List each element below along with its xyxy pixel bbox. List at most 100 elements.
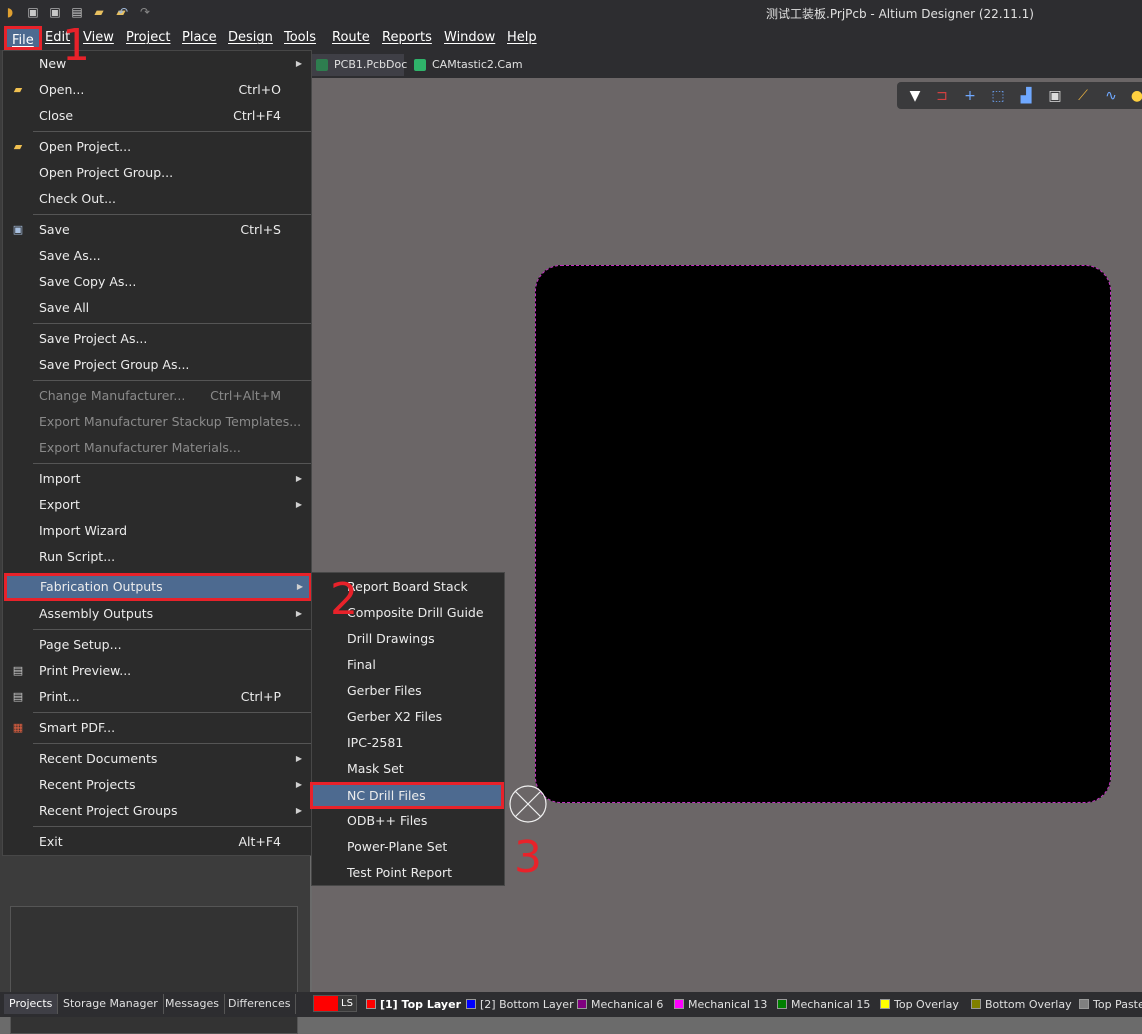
- menu-item-label: Save: [39, 222, 70, 237]
- layer-tab-mechanical-6[interactable]: Mechanical 6: [575, 996, 663, 1014]
- panel-tab-storage-manager[interactable]: Storage Manager: [58, 994, 164, 1014]
- layer-set-label: LS: [341, 998, 353, 1009]
- pcb-board-outline[interactable]: [535, 265, 1111, 803]
- menu-item-label: Recent Project Groups: [39, 803, 178, 818]
- submenu-item-ipc-2581[interactable]: IPC-2581: [312, 730, 504, 756]
- open-folder-icon: ▰: [13, 83, 23, 96]
- submenu-arrow-icon: ▶: [296, 582, 303, 591]
- menu-route[interactable]: Route: [332, 28, 370, 48]
- smart-pdf-icon: ▦: [12, 721, 24, 734]
- menu-item-recent-projects[interactable]: Recent Projects ▶: [3, 772, 311, 798]
- layer-tab-bottom-layer[interactable]: [2] Bottom Layer: [464, 996, 574, 1014]
- component-icon[interactable]: ▣: [1045, 86, 1065, 106]
- menu-item-label: Recent Projects: [39, 777, 136, 792]
- menu-reports[interactable]: Reports: [382, 28, 432, 48]
- menu-separator: [33, 323, 311, 324]
- menu-item-run-script[interactable]: Run Script...: [3, 544, 311, 570]
- menu-help[interactable]: Help: [507, 28, 537, 48]
- panel-tab-messages[interactable]: Messages: [160, 994, 225, 1014]
- menu-item-save-project-as[interactable]: Save Project As...: [3, 326, 311, 352]
- menu-item-open[interactable]: ▰ Open... Ctrl+O: [3, 77, 311, 103]
- menu-item-save-all[interactable]: Save All: [3, 295, 311, 321]
- submenu-item-mask-set[interactable]: Mask Set: [312, 756, 504, 782]
- submenu-item-gerber-files[interactable]: Gerber Files: [312, 678, 504, 704]
- layer-tab-mechanical-13[interactable]: Mechanical 13: [672, 996, 767, 1014]
- menu-item-recent-documents[interactable]: Recent Documents ▶: [3, 746, 311, 772]
- layer-tab-top-overlay[interactable]: Top Overlay: [878, 996, 959, 1014]
- layer-tab-bottom-overlay[interactable]: Bottom Overlay: [969, 996, 1072, 1014]
- save-all-icon[interactable]: ▣: [48, 5, 62, 19]
- menu-item-label: Export: [39, 497, 80, 512]
- redo-icon[interactable]: ↷: [138, 5, 152, 19]
- submenu-item-power-plane-set[interactable]: Power-Plane Set: [312, 834, 504, 860]
- save-icon[interactable]: ▣: [26, 5, 40, 19]
- menu-item-assembly-outputs[interactable]: Assembly Outputs ▶: [3, 601, 311, 627]
- menu-item-print[interactable]: ▤ Print... Ctrl+P: [3, 684, 311, 710]
- menu-item-label: Smart PDF...: [39, 720, 116, 735]
- crosshair-cursor-icon: [509, 785, 547, 823]
- menu-item-export-materials: Export Manufacturer Materials...: [3, 435, 311, 461]
- bulb-icon[interactable]: ●: [1127, 86, 1142, 106]
- select-rect-icon[interactable]: ⬚: [988, 86, 1008, 106]
- tab-camtastic2-cam[interactable]: CAMtastic2.Cam *: [410, 54, 530, 93]
- menu-separator: [33, 463, 311, 464]
- menu-item-save-project-group-as[interactable]: Save Project Group As...: [3, 352, 311, 378]
- print-icon: ▤: [12, 690, 24, 703]
- menu-item-page-setup[interactable]: Page Setup...: [3, 632, 311, 658]
- menu-item-shortcut: Ctrl+P: [240, 689, 281, 704]
- chart-icon[interactable]: ▟: [1016, 86, 1036, 106]
- menu-item-check-out[interactable]: Check Out...: [3, 186, 311, 212]
- panel-tab-differences[interactable]: Differences: [223, 994, 297, 1014]
- menu-item-exit[interactable]: Exit Alt+F4: [3, 829, 311, 855]
- menu-item-label: Import: [39, 471, 81, 486]
- menu-place[interactable]: Place: [182, 28, 217, 48]
- menu-item-shortcut: Ctrl+S: [240, 222, 281, 237]
- submenu-item-gerber-x2-files[interactable]: Gerber X2 Files: [312, 704, 504, 730]
- menu-item-label: Fabrication Outputs: [40, 579, 163, 594]
- submenu-item-final[interactable]: Final: [312, 652, 504, 678]
- menu-item-save-copy-as[interactable]: Save Copy As...: [3, 269, 311, 295]
- menu-item-fabrication-outputs[interactable]: Fabrication Outputs ▶: [4, 573, 312, 601]
- layer-color-swatch: [777, 999, 787, 1009]
- menu-item-save[interactable]: ▣ Save Ctrl+S: [3, 217, 311, 243]
- menu-item-save-as[interactable]: Save As...: [3, 243, 311, 269]
- step-annotation-2: 2: [330, 574, 358, 625]
- menu-item-import[interactable]: Import ▶: [3, 466, 311, 492]
- submenu-item-test-point-report[interactable]: Test Point Report: [312, 860, 504, 886]
- layer-tab-top-layer[interactable]: [1] Top Layer: [364, 996, 461, 1014]
- layer-name: Mechanical 6: [591, 998, 664, 1011]
- menu-item-smart-pdf[interactable]: ▦ Smart PDF...: [3, 715, 311, 741]
- menu-design[interactable]: Design: [228, 28, 273, 48]
- tab-pcb1-pcbdoc[interactable]: PCB1.PcbDoc: [312, 54, 407, 76]
- submenu-item-label: Composite Drill Guide: [347, 605, 484, 620]
- interactive-route-icon[interactable]: ⟋: [1073, 86, 1093, 106]
- submenu-item-drill-drawings[interactable]: Drill Drawings: [312, 626, 504, 652]
- menu-tools[interactable]: Tools: [284, 28, 316, 48]
- undo-icon[interactable]: ↶: [116, 5, 130, 19]
- panel-tab-projects[interactable]: Projects: [4, 994, 59, 1014]
- menu-window[interactable]: Window: [444, 28, 495, 48]
- layer-tab-mechanical-15[interactable]: Mechanical 15: [775, 996, 870, 1014]
- crosshair-icon[interactable]: +: [960, 86, 980, 106]
- layer-set-button[interactable]: LS: [313, 995, 357, 1012]
- menu-file[interactable]: File: [4, 26, 42, 50]
- filter-icon[interactable]: ▼: [905, 86, 925, 106]
- route-icon[interactable]: ⊐: [932, 86, 952, 106]
- submenu-item-odb-files[interactable]: ODB++ Files: [312, 808, 504, 834]
- submenu-item-label: ODB++ Files: [347, 813, 428, 828]
- wave-route-icon[interactable]: ∿: [1101, 86, 1121, 106]
- print-icon[interactable]: ▤: [70, 5, 84, 19]
- menu-item-open-project-group[interactable]: Open Project Group...: [3, 160, 311, 186]
- menu-item-open-project[interactable]: ▰ Open Project...: [3, 134, 311, 160]
- layer-tab-top-paste[interactable]: Top Paste: [1077, 996, 1142, 1014]
- menu-item-new[interactable]: New ▶: [3, 51, 311, 77]
- menu-item-print-preview[interactable]: ▤ Print Preview...: [3, 658, 311, 684]
- menu-item-import-wizard[interactable]: Import Wizard: [3, 518, 311, 544]
- menu-item-export[interactable]: Export ▶: [3, 492, 311, 518]
- open-folder-icon[interactable]: ▰: [92, 5, 106, 19]
- menu-project[interactable]: Project: [126, 28, 170, 48]
- menu-item-recent-project-groups[interactable]: Recent Project Groups ▶: [3, 798, 311, 824]
- submenu-item-nc-drill-files[interactable]: NC Drill Files: [310, 782, 504, 809]
- menu-item-close[interactable]: Close Ctrl+F4: [3, 103, 311, 129]
- layer-color-swatch: [366, 999, 376, 1009]
